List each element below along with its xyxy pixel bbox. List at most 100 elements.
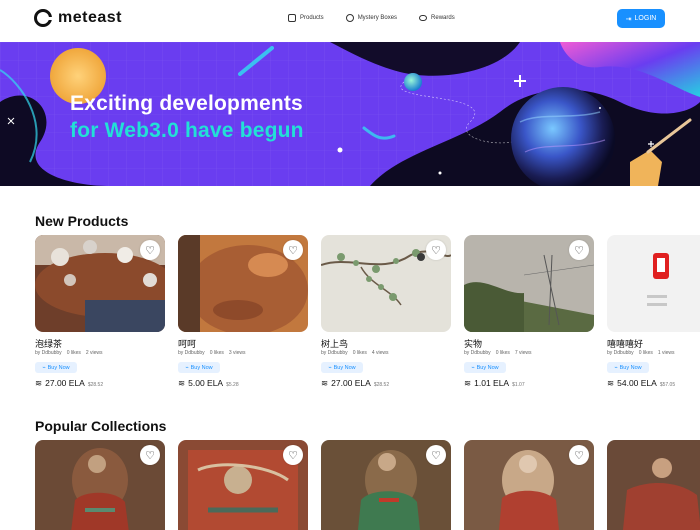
banner-subheadline: for Web3.0 have begun [70,119,304,142]
cart-icon: ⌁ [328,364,332,371]
product-image[interactable] [607,235,700,332]
price-ela: 1.01 ELA [474,378,510,388]
favorite-heart-icon[interactable]: ♡ [426,445,446,465]
ela-icon: ≋ [464,378,472,388]
product-image[interactable]: ♡ [321,235,451,332]
logo[interactable]: meteast [34,9,122,27]
favorite-heart-icon[interactable]: ♡ [569,445,589,465]
buy-now-label: Buy Now [47,364,70,371]
product-views: 7 views [514,350,532,356]
popular-collections-row: ♡ ♡ ♡ ♡ [35,440,700,530]
favorite-heart-icon[interactable]: ♡ [426,240,446,260]
ela-icon: ≋ [178,378,186,388]
buy-now-label: Buy Now [333,364,356,371]
new-products-row: ♡ 泡绿茶 by Ddbubby 0 likes 2 views ⌁ Buy N… [35,235,700,395]
product-author: by Ddbubby [464,350,491,356]
favorite-heart-icon[interactable]: ♡ [140,445,160,465]
product-author: by Ddbubby [607,350,634,356]
price-ela: 54.00 ELA [617,378,657,388]
login-icon: ⇥ [625,15,632,23]
nav-products[interactable]: Products [288,14,324,22]
product-likes: 0 likes [352,350,367,356]
favorite-heart-icon[interactable]: ♡ [283,445,303,465]
cart-icon: ⌁ [614,364,618,371]
product-views: 1 views [657,350,675,356]
collection-card[interactable]: ♡ [35,440,165,530]
product-price: ≋ 27.00 ELA $28.52 [321,378,389,389]
login-button[interactable]: ⇥ LOGIN [617,9,665,28]
buy-now-button[interactable]: ⌁ Buy Now [35,362,77,373]
favorite-heart-icon[interactable]: ♡ [140,240,160,260]
hero-banner[interactable]: Exciting developments for Web3.0 have be… [0,42,700,186]
collection-card[interactable]: ♡ [464,440,594,530]
product-price: ≋ 5.00 ELA $5.28 [178,378,239,389]
login-label: LOGIN [634,15,657,22]
favorite-heart-icon[interactable]: ♡ [283,240,303,260]
product-meta: by Ddbubby 0 likes 7 views [464,350,532,356]
ela-icon: ≋ [35,378,43,388]
buy-now-button[interactable]: ⌁ Buy Now [178,362,220,373]
price-usd: $1.07 [512,382,525,388]
buy-now-button[interactable]: ⌁ Buy Now [321,362,363,373]
product-likes: 0 likes [209,350,224,356]
product-likes: 0 likes [66,350,81,356]
buy-now-button[interactable]: ⌁ Buy Now [464,362,506,373]
nav-rewards[interactable]: Rewards [419,14,455,22]
grid-icon [288,14,296,22]
collection-card[interactable]: ♡ [178,440,308,530]
favorite-heart-icon[interactable]: ♡ [569,240,589,260]
price-ela: 5.00 ELA [188,378,224,388]
product-name: 嘻嘻嘻好 [607,339,644,349]
price-usd: $5.28 [226,382,239,388]
product-meta: by Ddbubby 0 likes 2 views [35,350,103,356]
new-products-title: New Products [35,213,129,229]
product-views: 3 views [228,350,246,356]
product-author: by Ddbubby [178,350,205,356]
product-image[interactable]: ♡ [178,235,308,332]
price-usd: $28.52 [373,382,390,388]
logo-icon [34,9,53,27]
nav-products-label: Products [300,15,324,21]
buy-now-button[interactable]: ⌁ Buy Now [607,362,649,373]
product-likes: 0 likes [495,350,510,356]
nav-mystery-boxes-label: Mystery Boxes [357,15,398,21]
product-meta: by Ddbubby 0 likes 4 views [321,350,389,356]
product-author: by Ddbubby [35,350,62,356]
price-usd: $28.52 [87,382,104,388]
buy-now-label: Buy Now [619,364,642,371]
product-price: ≋ 1.01 ELA $1.07 [464,378,525,389]
main-nav: Products Mystery Boxes Rewards [288,14,455,22]
price-usd: $57.05 [659,382,676,388]
price-ela: 27.00 ELA [45,378,85,388]
buy-now-label: Buy Now [190,364,213,371]
product-meta: by Ddbubby 0 likes 3 views [178,350,246,356]
ela-icon: ≋ [607,378,615,388]
collection-card[interactable]: ♡ [321,440,451,530]
product-views: 2 views [85,350,103,356]
product-name: 树上鸟 [321,339,349,349]
product-meta: by Ddbubby 0 likes 1 views [607,350,675,356]
product-image[interactable]: ♡ [464,235,594,332]
nav-mystery-boxes[interactable]: Mystery Boxes [345,14,398,22]
cart-icon: ⌁ [185,364,189,371]
ela-icon: ≋ [321,378,329,388]
product-name: 泡绿茶 [35,339,63,349]
collection-card[interactable] [607,440,700,530]
popular-collections-title: Popular Collections [35,418,167,434]
price-ela: 27.00 ELA [331,378,371,388]
logo-text: meteast [58,9,122,26]
box-icon [345,14,354,22]
banner-headline: Exciting developments [70,92,303,115]
product-image[interactable]: ♡ [35,235,165,332]
product-name: 实物 [464,339,483,349]
product-name: 呵呵 [178,339,197,349]
cart-icon: ⌁ [42,364,46,371]
product-author: by Ddbubby [321,350,348,356]
product-views: 4 views [371,350,389,356]
cart-icon: ⌁ [471,364,475,371]
nav-rewards-label: Rewards [431,15,455,21]
product-likes: 0 likes [638,350,653,356]
product-price: ≋ 54.00 ELA $57.05 [607,378,675,389]
top-header: meteast Products Mystery Boxes Rewards ⇥… [0,0,700,42]
eye-icon [419,15,428,21]
